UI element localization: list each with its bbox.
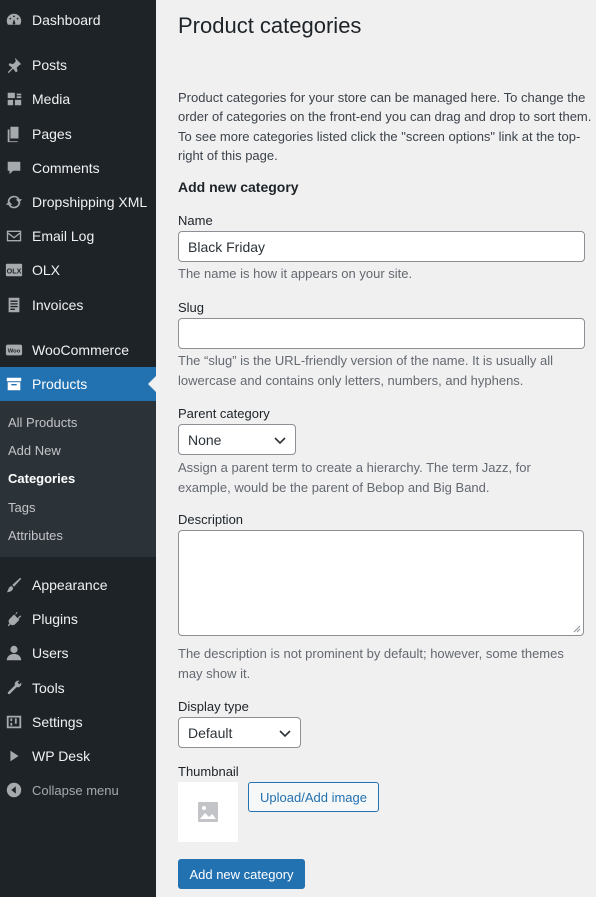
settings-icon (4, 712, 24, 732)
menu-item-posts[interactable]: Posts (0, 48, 156, 82)
section-title: Add new category (178, 179, 299, 195)
brush-icon (4, 575, 24, 595)
email-icon (4, 226, 24, 246)
wrench-icon (4, 678, 24, 698)
collapse-menu-button[interactable]: Collapse menu (0, 773, 156, 807)
menu-item-olx[interactable]: OLX OLX (0, 253, 156, 287)
menu-label: Collapse menu (32, 782, 119, 798)
description-help: The description is not prominent by defa… (178, 646, 564, 681)
pin-icon (4, 55, 24, 75)
menu-label: Posts (32, 57, 68, 73)
pages-icon (4, 124, 24, 144)
image-placeholder-icon (198, 802, 218, 822)
name-label: Name (178, 213, 213, 228)
admin-sidebar: Dashboard Posts Media Pages Comments Dro… (0, 0, 156, 897)
plugin-icon (4, 609, 24, 629)
menu-item-plugins[interactable]: Plugins (0, 602, 156, 636)
page-title: Product categories (178, 13, 362, 38)
menu-label: Settings (32, 714, 83, 730)
menu-label: Tools (32, 680, 65, 696)
submenu-item-attributes[interactable]: Attributes (8, 528, 63, 543)
menu-item-wp-desk[interactable]: WP Desk (0, 739, 156, 773)
display-type-label: Display type (178, 699, 249, 714)
products-submenu: All Products Add New Categories Tags Att… (0, 401, 156, 557)
sync-icon (4, 192, 24, 212)
comment-icon (4, 158, 24, 178)
menu-item-products[interactable]: Products (0, 367, 156, 401)
menu-label: OLX (32, 262, 61, 278)
play-icon (4, 746, 24, 766)
slug-input[interactable] (178, 318, 585, 349)
menu-label: Dashboard (32, 12, 101, 28)
menu-item-appearance[interactable]: Appearance (0, 568, 156, 602)
archive-icon (4, 374, 24, 394)
menu-label: Comments (32, 160, 100, 176)
submenu-item-categories[interactable]: Categories (8, 471, 75, 486)
submenu-item-add-new[interactable]: Add New (8, 443, 61, 458)
menu-label: WP Desk (32, 748, 91, 764)
submenu-item-all-products[interactable]: All Products (8, 415, 77, 430)
woo-icon: Woo (4, 340, 24, 360)
description-label: Description (178, 512, 244, 527)
invoice-icon (4, 295, 24, 315)
submenu-item-tags[interactable]: Tags (8, 500, 35, 515)
menu-item-settings[interactable]: Settings (0, 705, 156, 739)
display-type-value: Default (188, 724, 233, 741)
slug-help: The “slug” is the URL-friendly version o… (178, 353, 553, 388)
parent-category-value: None (188, 431, 222, 448)
menu-item-email-log[interactable]: Email Log (0, 219, 156, 253)
menu-label: Media (32, 91, 71, 107)
menu-label: Users (32, 645, 69, 661)
menu-label: WooCommerce (32, 342, 129, 358)
parent-category-help: Assign a parent term to create a hierarc… (178, 460, 531, 495)
collapse-icon (4, 780, 24, 800)
dashboard-icon (4, 10, 24, 30)
menu-item-pages[interactable]: Pages (0, 117, 156, 151)
menu-label: Email Log (32, 228, 95, 244)
chevron-down-icon (279, 729, 291, 737)
menu-item-media[interactable]: Media (0, 82, 156, 116)
main-content: Product categories Product categories fo… (156, 0, 596, 897)
menu-label: Pages (32, 126, 72, 142)
menu-item-dashboard[interactable]: Dashboard (0, 3, 156, 37)
menu-item-woocommerce[interactable]: Woo WooCommerce (0, 333, 156, 367)
parent-category-select[interactable]: None (178, 424, 296, 455)
thumbnail-placeholder (178, 782, 238, 842)
add-new-category-button[interactable]: Add new category (178, 859, 305, 889)
menu-label: Dropshipping XML (32, 194, 148, 210)
olx-icon: OLX (4, 260, 24, 280)
menu-item-dropshipping-xml[interactable]: Dropshipping XML (0, 185, 156, 219)
svg-text:Woo: Woo (8, 349, 21, 355)
svg-text:OLX: OLX (7, 267, 22, 276)
parent-category-label: Parent category (178, 406, 270, 421)
name-input[interactable]: Black Friday (178, 231, 585, 262)
menu-item-comments[interactable]: Comments (0, 151, 156, 185)
intro-text: Product categories for your store can be… (178, 90, 592, 163)
menu-item-users[interactable]: Users (0, 636, 156, 670)
name-help: The name is how it appears on your site. (178, 266, 413, 281)
chevron-down-icon (274, 436, 286, 444)
user-icon (4, 643, 24, 663)
menu-item-invoices[interactable]: Invoices (0, 288, 156, 322)
resize-handle-icon[interactable] (573, 625, 581, 633)
menu-item-tools[interactable]: Tools (0, 671, 156, 705)
media-icon (4, 89, 24, 109)
thumbnail-label: Thumbnail (178, 764, 239, 779)
menu-label: Products (32, 376, 88, 392)
slug-label: Slug (178, 300, 205, 315)
display-type-select[interactable]: Default (178, 717, 301, 748)
menu-label: Appearance (32, 577, 108, 593)
upload-image-button[interactable]: Upload/Add image (248, 782, 379, 812)
menu-label: Invoices (32, 297, 84, 313)
description-textarea[interactable] (178, 530, 584, 636)
menu-label: Plugins (32, 611, 78, 627)
